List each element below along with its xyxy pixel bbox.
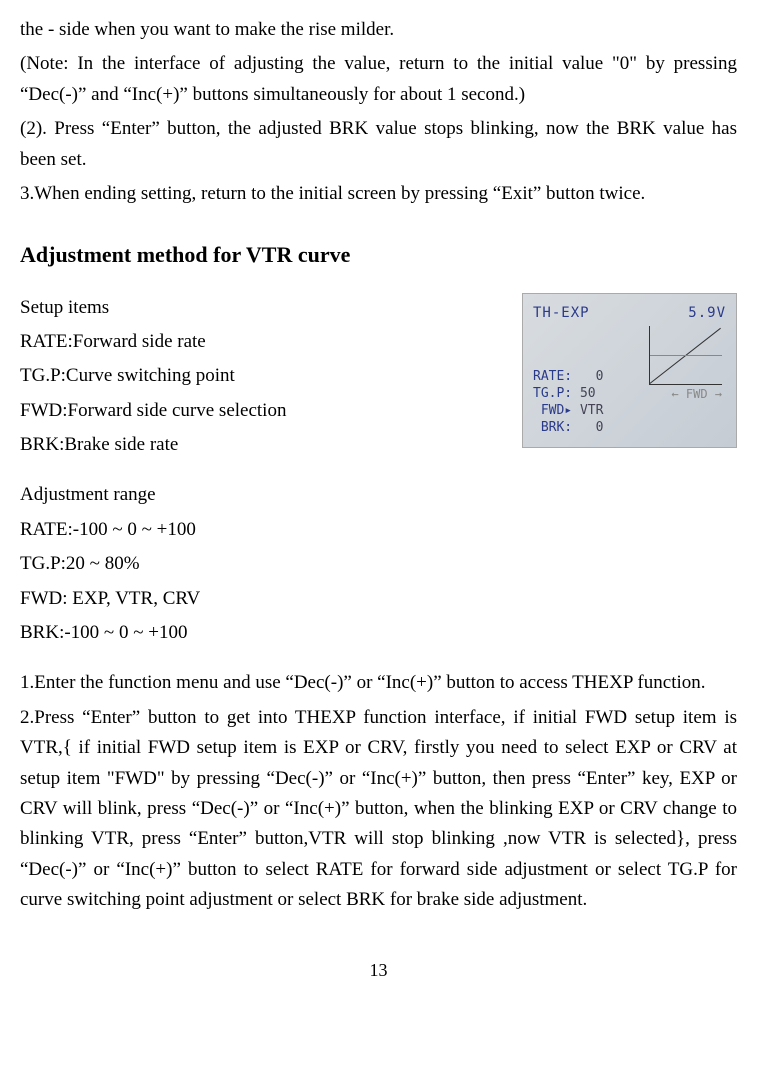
tgp-value: 50: [580, 386, 596, 401]
brk-value: 0: [596, 420, 604, 435]
body-text: the - side when you want to make the ris…: [20, 15, 737, 45]
body-text: 3.When ending setting, return to the ini…: [20, 179, 737, 209]
range-item: RATE:-100 ~ 0 ~ +100: [20, 515, 737, 545]
screen-title: TH-EXP: [533, 302, 590, 324]
range-item: FWD: EXP, VTR, CRV: [20, 584, 737, 614]
tgp-label: TG.P:: [533, 386, 572, 401]
step-text: 2.Press “Enter” button to get into THEXP…: [20, 703, 737, 916]
range-item: BRK:-100 ~ 0 ~ +100: [20, 618, 737, 648]
range-title: Adjustment range: [20, 480, 737, 510]
curve-graph: [649, 326, 722, 385]
rate-value: 0: [596, 369, 604, 384]
fwd-value: VTR: [580, 403, 603, 418]
step-text: 1.Enter the function menu and use “Dec(-…: [20, 668, 737, 698]
page-number: 13: [20, 956, 737, 985]
brk-label: BRK:: [541, 420, 572, 435]
range-item: TG.P:20 ~ 80%: [20, 549, 737, 579]
curve-line: [649, 327, 721, 383]
section-heading: Adjustment method for VTR curve: [20, 237, 737, 272]
rate-label: RATE:: [533, 369, 572, 384]
fwd-side-label: ← FWD →: [671, 385, 722, 404]
screen-voltage: 5.9V: [688, 302, 726, 324]
lcd-screenshot: TH-EXP 5.9V ← FWD → RATE: 0 TG.P: 50 FWD…: [522, 293, 737, 448]
fwd-label: FWD▸: [541, 403, 572, 418]
body-text: (2). Press “Enter” button, the adjusted …: [20, 114, 737, 175]
body-text: (Note: In the interface of adjusting the…: [20, 49, 737, 110]
